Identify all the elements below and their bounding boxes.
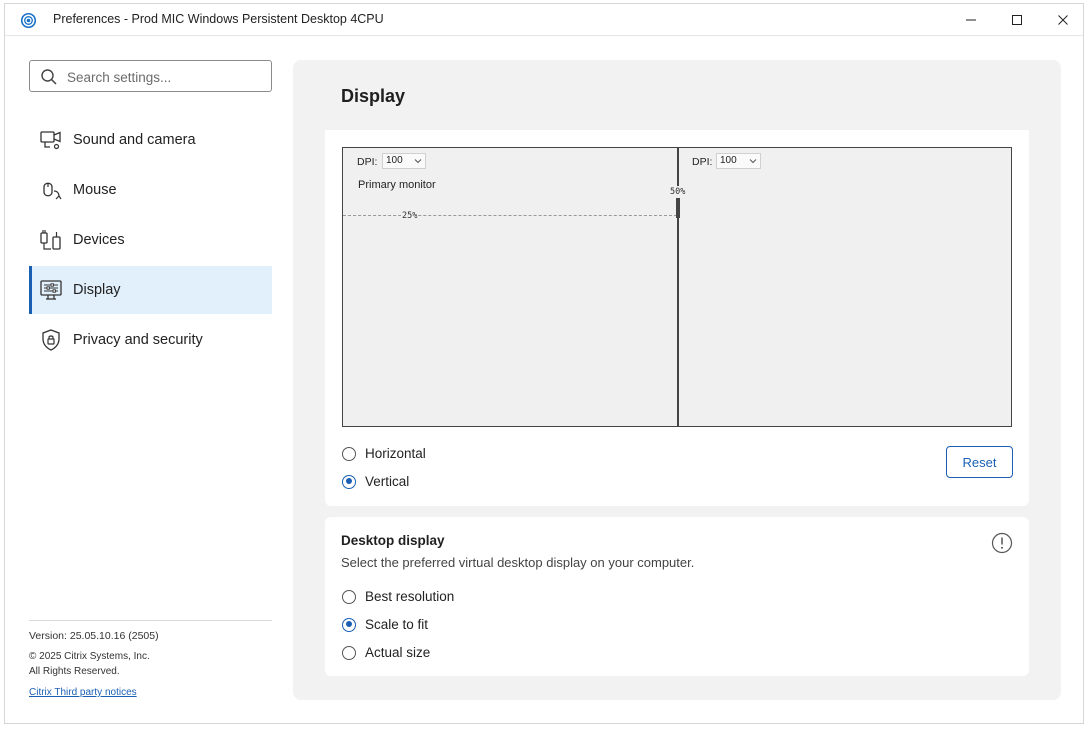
chevron-down-icon: [414, 159, 422, 164]
window-title: Preferences - Prod MIC Windows Persisten…: [53, 12, 384, 26]
best-resolution-option[interactable]: Best resolution: [342, 589, 454, 604]
monitor1-dpi-value: 100: [386, 155, 403, 166]
sidebar-item-label: Devices: [73, 232, 125, 248]
radio-button[interactable]: [342, 589, 356, 604]
radio-button[interactable]: [342, 645, 356, 660]
preferences-window: Preferences - Prod MIC Windows Persisten…: [4, 3, 1084, 724]
primary-monitor-label: Primary monitor: [358, 179, 436, 191]
monitor1-dpi-select[interactable]: 100: [382, 153, 426, 169]
radio-label: Actual size: [365, 645, 431, 660]
monitor2-dpi-label: DPI:: [692, 156, 713, 168]
sidebar-item-label: Sound and camera: [73, 132, 196, 148]
section-title: Desktop display: [341, 533, 445, 548]
version-text: Version: 25.05.10.16 (2505): [29, 630, 159, 642]
sidebar-item-label: Privacy and security: [73, 332, 203, 348]
copyright-text: © 2025 Citrix Systems, Inc.: [29, 651, 150, 662]
horizontal-offset-guide: [343, 215, 677, 216]
sidebar-item-label: Mouse: [73, 182, 117, 198]
sidebar-item-devices[interactable]: Devices: [29, 216, 272, 264]
rights-text: All Rights Reserved.: [29, 666, 120, 677]
sidebar-item-privacy-and-security[interactable]: Privacy and security: [29, 316, 272, 364]
monitor2-dpi-value: 100: [720, 155, 737, 166]
mouse-icon: [43, 182, 62, 200]
display-settings-panel: Display DPI: 100 Primary monitor 25% DPI…: [293, 60, 1061, 700]
chevron-down-icon: [749, 159, 757, 164]
radio-label: Horizontal: [365, 446, 426, 461]
shield-lock-icon: [42, 329, 60, 351]
radio-label: Vertical: [365, 474, 410, 489]
minimize-icon: [966, 19, 976, 21]
display-icon: [40, 280, 62, 300]
scale-to-fit-option[interactable]: Scale to fit: [342, 617, 428, 632]
sidebar-item-mouse[interactable]: Mouse: [29, 166, 272, 214]
radio-label: Scale to fit: [365, 617, 429, 632]
radio-button-selected[interactable]: [342, 474, 356, 489]
sidebar-item-display[interactable]: Display: [29, 266, 272, 314]
maximize-icon: [1012, 15, 1022, 25]
monitor-layout-card: DPI: 100 Primary monitor 25% DPI: 100 50…: [325, 130, 1029, 506]
sidebar-item-sound-and-camera[interactable]: Sound and camera: [29, 116, 272, 164]
search-box[interactable]: [29, 60, 272, 92]
camera-icon: [40, 131, 61, 150]
maximize-button[interactable]: [997, 8, 1037, 32]
monitor-layout-canvas[interactable]: DPI: 100 Primary monitor 25% DPI: 100 50…: [342, 147, 1012, 427]
page-title: Display: [341, 86, 406, 106]
radio-label: Best resolution: [365, 589, 455, 604]
actual-size-option[interactable]: Actual size: [342, 645, 430, 660]
monitor1-dpi-label: DPI:: [357, 156, 378, 168]
radio-button-selected[interactable]: [342, 617, 356, 632]
horizontal-offset-label: 25%: [401, 211, 419, 221]
title-bar: Preferences - Prod MIC Windows Persisten…: [5, 4, 1083, 36]
minimize-button[interactable]: [951, 8, 991, 32]
devices-icon: [40, 230, 61, 250]
citrix-app-icon: [20, 12, 37, 29]
info-icon[interactable]: [991, 532, 1013, 554]
radio-button[interactable]: [342, 446, 356, 461]
search-icon: [41, 69, 57, 85]
section-description: Select the preferred virtual desktop dis…: [341, 555, 695, 570]
sidebar-item-label: Display: [73, 282, 121, 298]
vertical-offset-marker[interactable]: [676, 198, 680, 218]
desktop-display-card: Desktop display Select the preferred vir…: [325, 517, 1029, 676]
orientation-horizontal-option[interactable]: Horizontal: [342, 446, 426, 461]
orientation-vertical-option[interactable]: Vertical: [342, 474, 409, 489]
close-button[interactable]: [1043, 8, 1083, 32]
sidebar-divider: [29, 620, 272, 621]
monitor2-dpi-select[interactable]: 100: [716, 153, 761, 169]
close-icon: [1058, 15, 1068, 25]
third-party-notices-link[interactable]: Citrix Third party notices: [29, 687, 137, 698]
reset-button[interactable]: Reset: [946, 446, 1013, 478]
search-input[interactable]: [65, 65, 264, 89]
vertical-offset-label: 50%: [669, 186, 687, 198]
